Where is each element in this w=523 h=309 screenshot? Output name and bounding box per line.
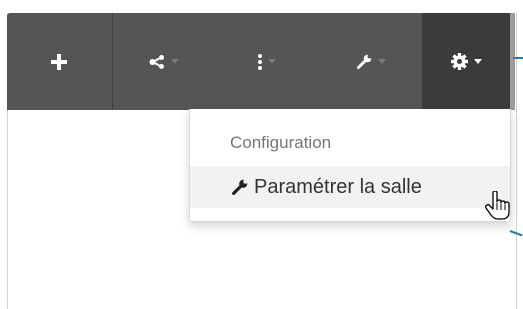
share-button[interactable] — [113, 13, 216, 110]
tools-button[interactable] — [319, 13, 422, 110]
hand-pointer-cursor-icon — [485, 191, 510, 220]
toolbar-action-group — [113, 13, 422, 110]
settings-button[interactable] — [422, 13, 511, 110]
settings-dropdown-menu: Configuration Paramétrer la salle — [189, 109, 511, 222]
menu-item-room-settings[interactable]: Paramétrer la salle — [190, 166, 510, 208]
plus-icon — [51, 53, 68, 70]
add-button[interactable] — [7, 13, 113, 110]
gear-icon — [450, 53, 468, 70]
wrench-icon — [232, 179, 248, 195]
menu-item-label: Paramétrer la salle — [254, 175, 422, 198]
toolbar-edge — [510, 13, 515, 110]
more-options-button[interactable] — [216, 13, 319, 110]
callout-line-top — [513, 57, 523, 59]
chevron-down-icon — [171, 59, 180, 64]
chevron-down-icon — [268, 59, 277, 64]
chevron-down-icon — [473, 59, 482, 64]
vertical-ellipsis-icon — [258, 53, 263, 70]
toolbar — [7, 13, 511, 110]
wrench-icon — [356, 54, 372, 69]
share-icon — [149, 54, 165, 69]
chevron-down-icon — [377, 59, 386, 64]
dropdown-header: Configuration — [230, 133, 332, 152]
